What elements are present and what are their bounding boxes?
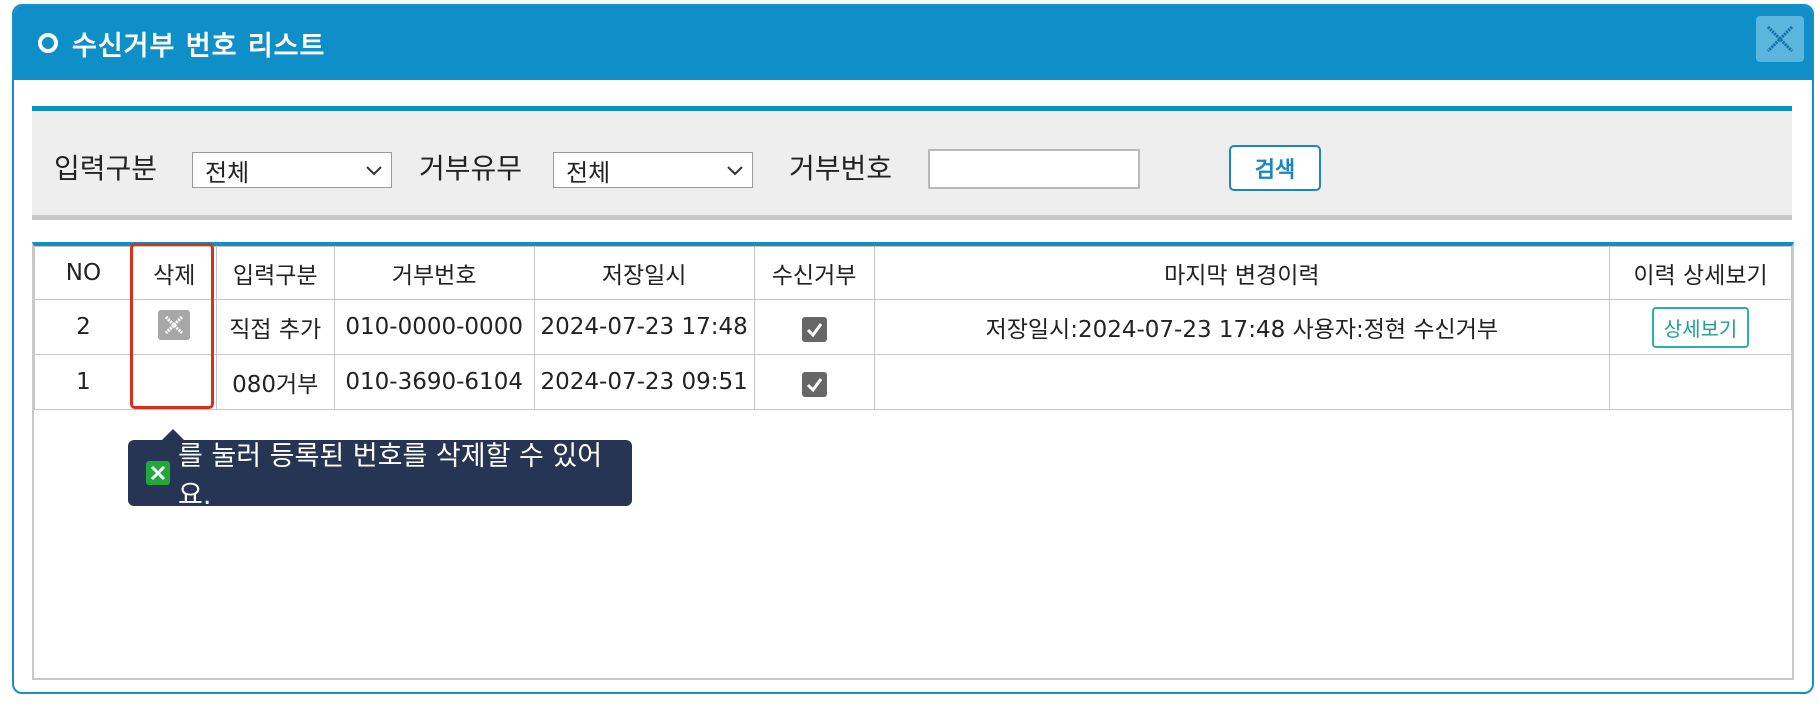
delete-icon[interactable] [158,310,191,340]
delete-icon [146,461,170,485]
search-bar: 입력구분 전체 거부유무 전체 거부번호 검색 [32,106,1792,220]
search-button[interactable]: 검색 [1229,145,1321,191]
dialog-titlebar: 수신거부 번호 리스트 [14,6,1812,80]
dialog-title: 수신거부 번호 리스트 [72,30,326,62]
header-rejected: 수신거부 [753,246,875,300]
row-delete-cell [131,354,217,410]
header-last-change: 마지막 변경이력 [873,246,1611,300]
header-no: NO [34,246,133,300]
check-icon [806,378,822,393]
table-header-row: NO 삭제 입력구분 거부번호 저장일시 수신거부 마지막 변경이력 이력 상세… [34,246,1792,300]
header-input-type: 입력구분 [215,246,335,300]
delete-help-tooltip: 를 눌러 등록된 번호를 삭제할 수 있어요. [128,429,632,511]
row-detail-cell: 상세보기 [1609,299,1792,355]
reject-yn-select[interactable]: 전체 [553,152,753,188]
header-delete: 삭제 [131,246,217,300]
input-type-value: 전체 [205,159,250,187]
close-icon [1766,25,1794,53]
row-rejected-cell [753,299,875,355]
row-reject-number: 010-3690-6104 [333,354,535,410]
tooltip-text: 를 눌러 등록된 번호를 삭제할 수 있어요. [178,441,603,511]
header-saved-at: 저장일시 [533,246,755,300]
input-type-select[interactable]: 전체 [192,152,392,188]
row-saved-at: 2024-07-23 09:51 [533,354,755,410]
detail-view-button[interactable]: 상세보기 [1651,306,1750,348]
row-no: 2 [34,299,133,355]
title-bullet-icon [38,33,58,53]
reject-yn-value: 전체 [566,159,611,187]
close-button[interactable] [1756,16,1804,62]
row-delete-cell [131,299,217,355]
row-detail-cell [1609,354,1792,410]
row-reject-number: 010-0000-0000 [333,299,535,355]
rejected-checkbox[interactable] [801,317,827,342]
check-icon [806,323,822,338]
reject-list-dialog: 수신거부 번호 리스트 입력구분 전체 거부유무 전체 거부번호 검색 NO 삭… [12,4,1814,694]
row-last-change: 저장일시:2024-07-23 17:48 사용자:정현 수신거부 [873,299,1611,355]
table-row: 2 직접 추가 010-0000-0000 2024-07-23 17:48 저… [34,299,1792,355]
row-rejected-cell [753,354,875,410]
row-last-change [873,354,1611,410]
chevron-down-icon [727,166,743,176]
reject-number-input[interactable] [928,149,1140,189]
table-row: 1 080거부 010-3690-6104 2024-07-23 09:51 [34,354,1792,410]
row-no: 1 [34,354,133,410]
reject-yn-label: 거부유무 [419,152,523,185]
row-saved-at: 2024-07-23 17:48 [533,299,755,355]
reject-table: NO 삭제 입력구분 거부번호 저장일시 수신거부 마지막 변경이력 이력 상세… [34,246,1792,410]
row-input-type: 080거부 [215,354,335,410]
header-history-detail: 이력 상세보기 [1609,246,1792,300]
header-reject-number: 거부번호 [333,246,535,300]
reject-number-label: 거부번호 [789,152,893,185]
chevron-down-icon [366,166,382,176]
input-type-label: 입력구분 [54,152,158,185]
tooltip-arrow [162,429,184,440]
rejected-checkbox[interactable] [801,372,827,397]
row-input-type: 직접 추가 [215,299,335,355]
